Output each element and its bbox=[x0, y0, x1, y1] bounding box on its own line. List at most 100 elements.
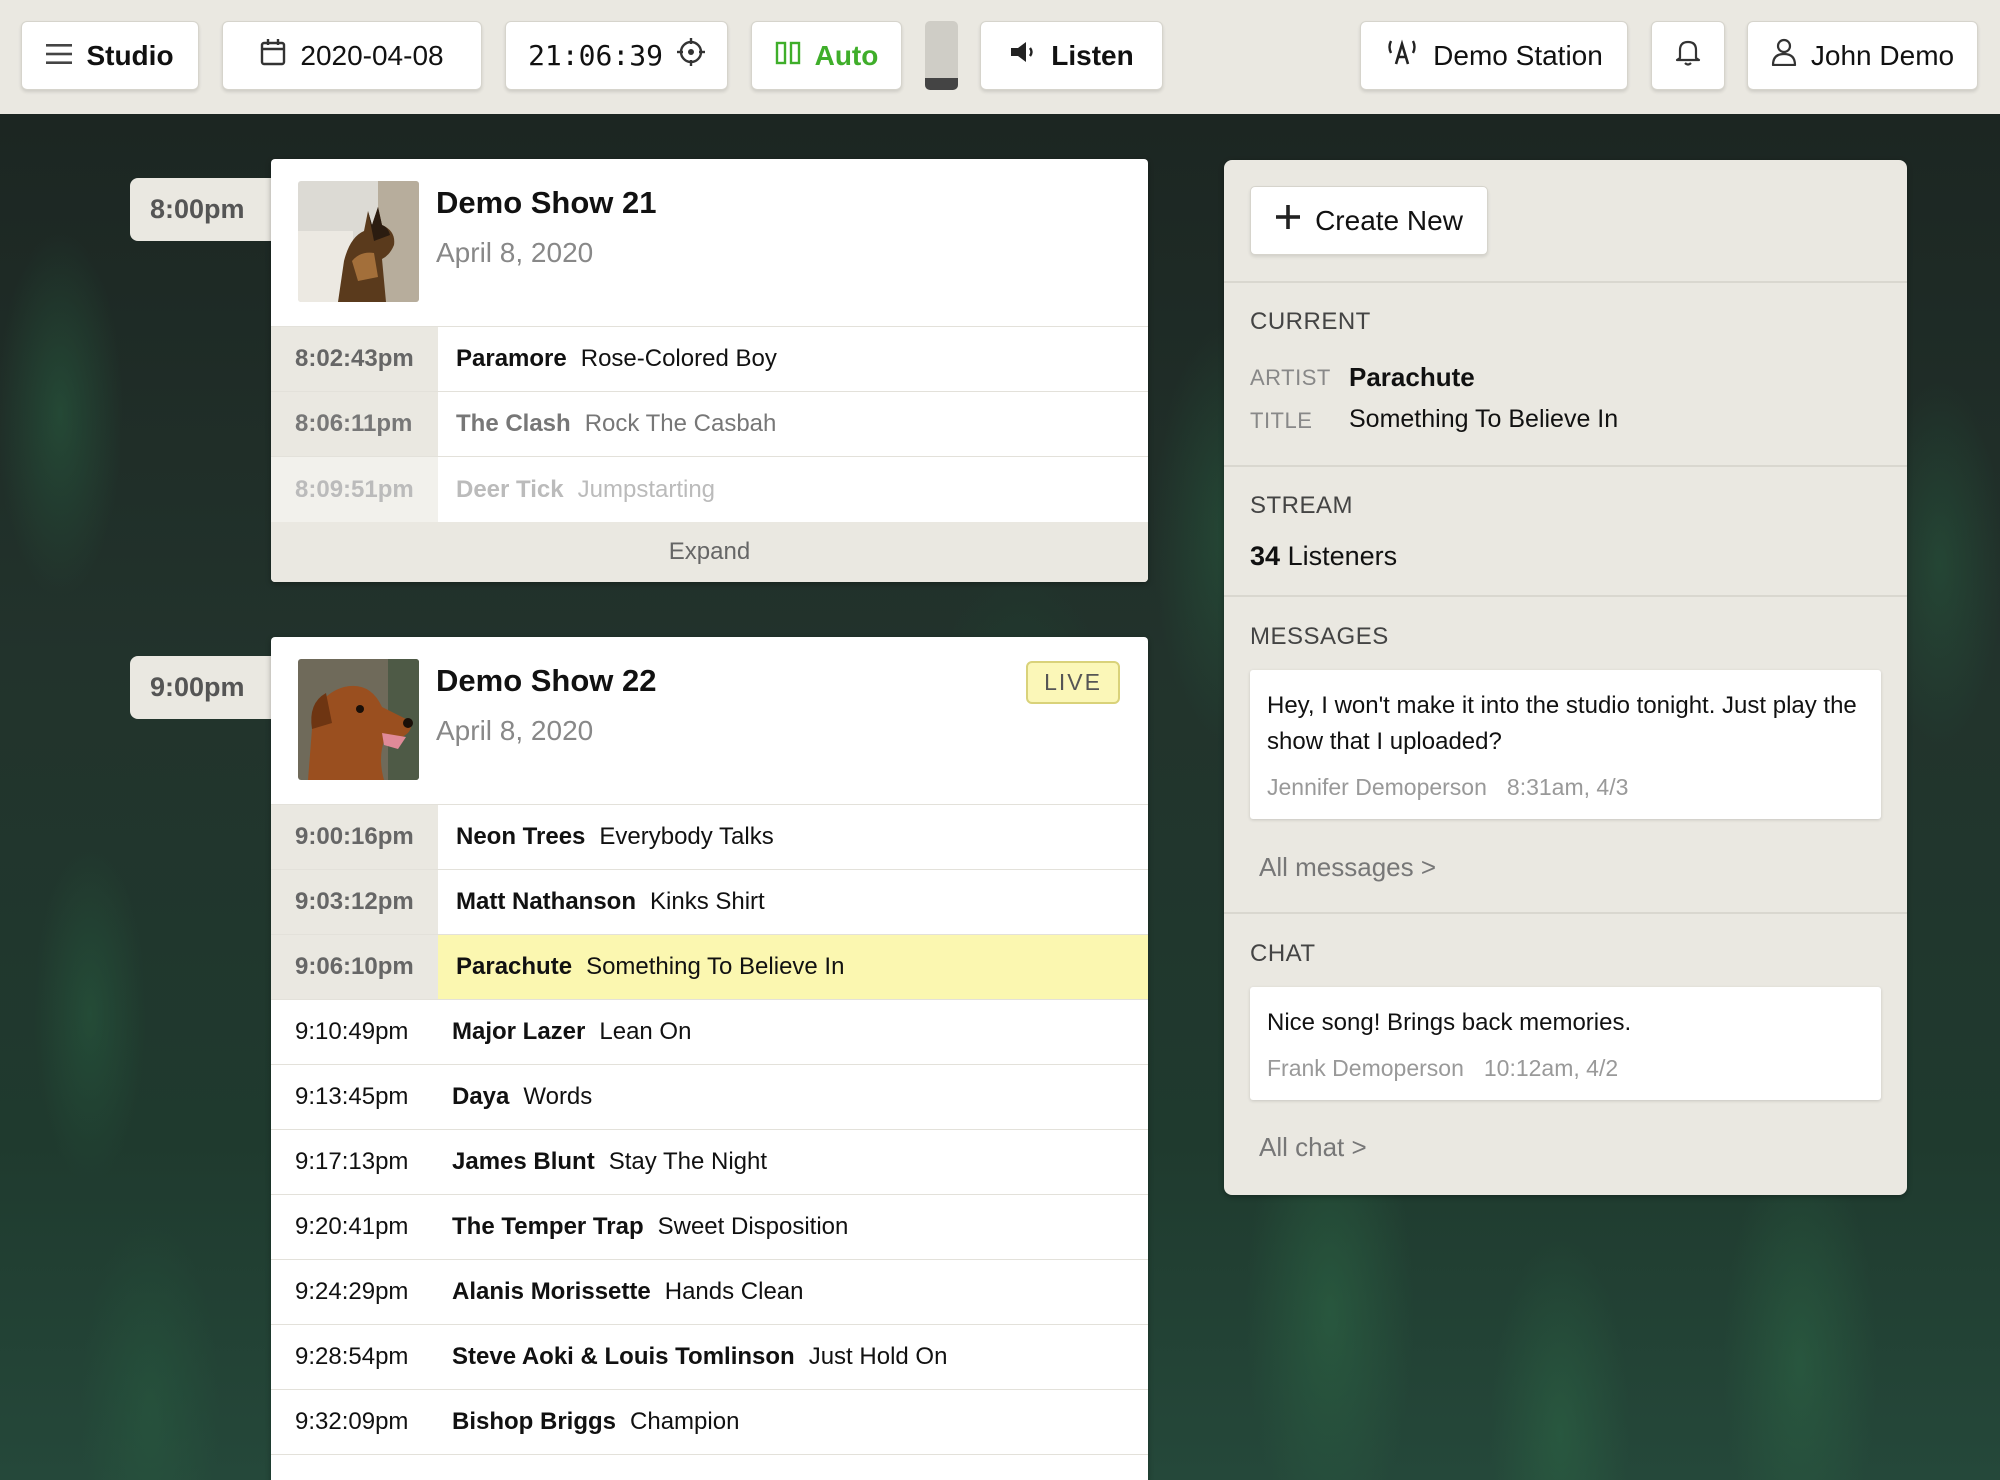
track-artist: Parachute bbox=[456, 953, 573, 980]
live-badge: LIVE bbox=[1026, 661, 1120, 704]
track-title: Everybody Talks bbox=[599, 823, 774, 850]
show-thumbnail-image bbox=[298, 181, 419, 302]
studio-menu-button[interactable]: Studio bbox=[21, 21, 199, 90]
date-picker-button[interactable]: 2020-04-08 bbox=[222, 21, 482, 90]
track-row[interactable]: 8:09:51pm Deer Tick Jumpstarting bbox=[271, 457, 1148, 522]
show-header[interactable]: Demo Show 21 April 8, 2020 bbox=[271, 159, 1148, 327]
track-title: Rock The Casbah bbox=[584, 410, 777, 437]
chat-heading: CHAT bbox=[1250, 940, 1316, 967]
track-time: 9:32:09pm bbox=[295, 1408, 409, 1435]
track-row[interactable]: 9:00:16pm Neon Trees Everybody Talks bbox=[271, 805, 1148, 870]
clock-value: 21:06:39 bbox=[528, 39, 663, 72]
track-row[interactable]: 9:32:09pm Bishop Briggs Champion bbox=[271, 1390, 1148, 1455]
track-time: 8:06:11pm bbox=[271, 392, 438, 456]
track-artist: The Temper Trap bbox=[452, 1213, 644, 1240]
listener-count: 34 Listeners bbox=[1250, 541, 1397, 572]
show-slot-time: 8:00pm bbox=[130, 178, 275, 241]
track-row[interactable]: 8:02:43pm Paramore Rose-Colored Boy bbox=[271, 327, 1148, 392]
crosshair-icon bbox=[676, 38, 705, 73]
chat-timestamp: 10:12am, 4/2 bbox=[1483, 1055, 1619, 1081]
track-row[interactable]: 9:03:12pm Matt Nathanson Kinks Shirt bbox=[271, 870, 1148, 935]
track-title: Sweet Disposition bbox=[657, 1213, 849, 1240]
user-label: John Demo bbox=[1810, 39, 1955, 71]
top-toolbar: Studio 2020-04-08 21:06:39 Auto Listen D… bbox=[0, 0, 2000, 114]
pause-columns-icon bbox=[775, 40, 801, 72]
audio-level-fill bbox=[925, 78, 958, 90]
track-title: Rose-Colored Boy bbox=[580, 345, 777, 372]
track-artist: James Blunt bbox=[452, 1148, 595, 1175]
track-artist: The Clash bbox=[456, 410, 571, 437]
create-new-label: Create New bbox=[1315, 204, 1463, 236]
expand-button[interactable]: Expand bbox=[271, 522, 1148, 582]
all-messages-link[interactable]: All messages > bbox=[1259, 852, 1436, 883]
track-row[interactable]: 9:17:13pm James Blunt Stay The Night bbox=[271, 1130, 1148, 1195]
user-icon bbox=[1771, 38, 1797, 73]
track-artist: Deer Tick bbox=[456, 475, 564, 503]
track-time: 9:20:41pm bbox=[295, 1213, 409, 1240]
listener-count-number: 34 bbox=[1250, 541, 1281, 571]
track-row[interactable]: 9:28:54pm Steve Aoki & Louis Tomlinson Ju… bbox=[271, 1325, 1148, 1390]
station-panel: Create New CURRENT ARTIST Parachute TITL… bbox=[1224, 160, 1907, 1195]
track-row-now-playing[interactable]: 9:06:10pm Parachute Something To Believe … bbox=[271, 935, 1148, 1000]
date-value: 2020-04-08 bbox=[300, 39, 444, 71]
chat-author: Frank Demoperson bbox=[1267, 1055, 1464, 1081]
show-thumbnail-image bbox=[298, 659, 419, 780]
show-card: Demo Show 21 April 8, 2020 8:02:43pm Par… bbox=[271, 159, 1148, 582]
divider bbox=[1224, 465, 1907, 467]
show-card: Demo Show 22 April 8, 2020 LIVE 9:00:16p… bbox=[271, 637, 1148, 1480]
track-artist: Bishop Briggs bbox=[452, 1408, 617, 1435]
create-new-button[interactable]: Create New bbox=[1250, 186, 1488, 255]
track-title: Stay The Night bbox=[608, 1148, 768, 1175]
hamburger-menu-icon bbox=[46, 40, 73, 72]
message-timestamp: 8:31am, 4/3 bbox=[1506, 774, 1629, 800]
stream-heading: STREAM bbox=[1250, 492, 1354, 519]
studio-label: Studio bbox=[86, 39, 174, 71]
chat-card[interactable]: Nice song! Brings back memories. Frank D… bbox=[1250, 987, 1881, 1100]
track-time: 9:03:12pm bbox=[271, 870, 438, 934]
track-row[interactable]: 9:13:45pm Daya Words bbox=[271, 1065, 1148, 1130]
message-text: Hey, I won't make it into the studio ton… bbox=[1267, 692, 1857, 755]
track-artist: Matt Nathanson bbox=[456, 888, 636, 915]
track-time: 9:00:16pm bbox=[271, 805, 438, 869]
calendar-icon bbox=[260, 38, 286, 73]
track-title: Champion bbox=[630, 1408, 740, 1435]
artist-key: ARTIST bbox=[1250, 365, 1331, 390]
audio-level-meter bbox=[925, 21, 958, 90]
track-title: Jumpstarting bbox=[577, 475, 716, 503]
notifications-button[interactable] bbox=[1651, 21, 1725, 90]
station-selector-button[interactable]: Demo Station bbox=[1360, 21, 1628, 90]
show-header[interactable]: Demo Show 22 April 8, 2020 LIVE bbox=[271, 637, 1148, 805]
all-chat-link[interactable]: All chat > bbox=[1259, 1132, 1367, 1163]
track-title: Lean On bbox=[599, 1018, 692, 1045]
auto-mode-label: Auto bbox=[814, 39, 879, 71]
track-time: 9:06:10pm bbox=[271, 935, 438, 999]
radio-tower-icon bbox=[1385, 38, 1419, 73]
divider bbox=[1224, 281, 1907, 283]
track-row[interactable]: 8:06:11pm The Clash Rock The Casbah bbox=[271, 392, 1148, 457]
messages-heading: MESSAGES bbox=[1250, 623, 1389, 650]
track-artist: Steve Aoki & Louis Tomlinson bbox=[452, 1343, 795, 1370]
show-slot-time: 9:00pm bbox=[130, 656, 275, 719]
show-date: April 8, 2020 bbox=[436, 715, 594, 746]
current-heading: CURRENT bbox=[1250, 308, 1371, 335]
title-key: TITLE bbox=[1250, 408, 1313, 433]
bell-icon bbox=[1675, 38, 1701, 73]
track-time: 9:24:29pm bbox=[295, 1278, 409, 1305]
station-label: Demo Station bbox=[1433, 39, 1603, 71]
track-row[interactable]: 9:10:49pm Major Lazer Lean On bbox=[271, 1000, 1148, 1065]
track-row[interactable]: 9:24:29pm Alanis Morissette Hands Clean bbox=[271, 1260, 1148, 1325]
track-artist: Paramore bbox=[456, 345, 567, 372]
message-card[interactable]: Hey, I won't make it into the studio ton… bbox=[1250, 670, 1881, 819]
auto-mode-button[interactable]: Auto bbox=[751, 21, 902, 90]
track-artist: Major Lazer bbox=[452, 1018, 586, 1045]
show-title: Demo Show 22 bbox=[436, 663, 657, 698]
track-row[interactable]: 9:20:41pm The Temper Trap Sweet Dispositi… bbox=[271, 1195, 1148, 1260]
clock-button[interactable]: 21:06:39 bbox=[505, 21, 728, 90]
show-title: Demo Show 21 bbox=[436, 185, 657, 220]
track-time: 9:17:13pm bbox=[295, 1148, 409, 1175]
current-title: Something To Believe In bbox=[1349, 405, 1619, 433]
divider bbox=[1224, 912, 1907, 914]
listen-button[interactable]: Listen bbox=[980, 21, 1163, 90]
user-menu-button[interactable]: John Demo bbox=[1747, 21, 1978, 90]
current-artist: Parachute bbox=[1349, 362, 1475, 392]
